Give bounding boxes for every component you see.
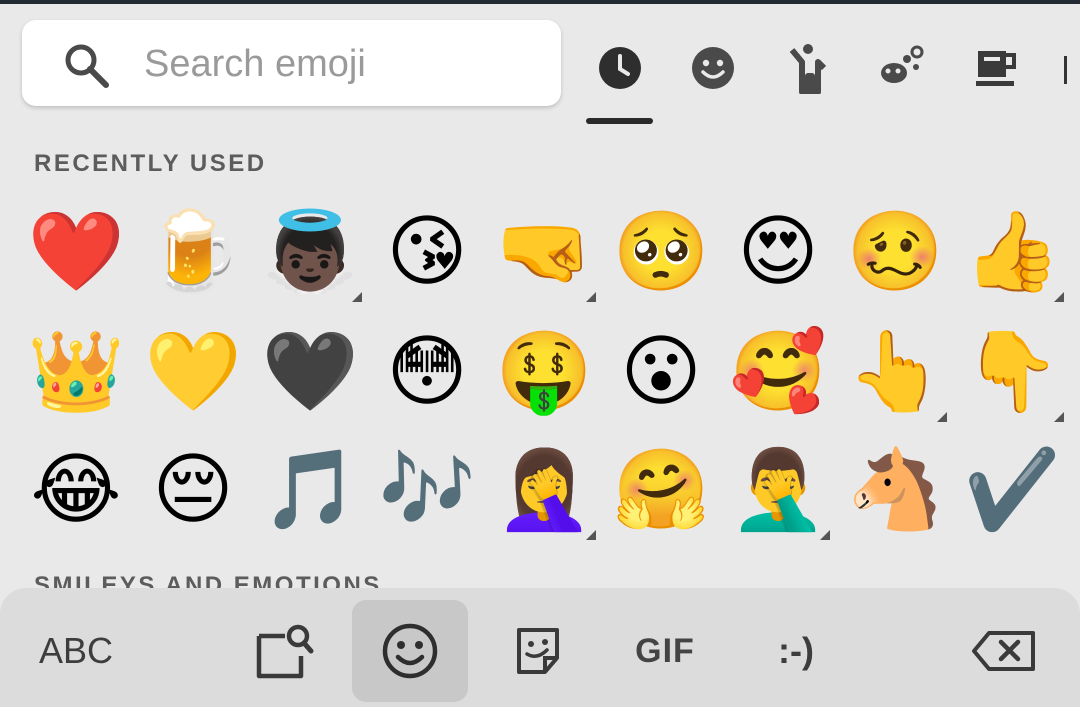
- emoji-keyboard-button[interactable]: [352, 600, 468, 702]
- section-title-recent: RECENTLY USED: [34, 150, 267, 177]
- skin-tone-variant-indicator: [586, 530, 596, 540]
- selected-tab-indicator: [586, 118, 653, 124]
- emoji-cell[interactable]: 🤑: [486, 314, 602, 430]
- tab-recent[interactable]: [588, 36, 652, 100]
- search-icon: [65, 44, 109, 88]
- emoji-cell[interactable]: 😂: [18, 432, 134, 548]
- tab-animals[interactable]: [868, 36, 932, 100]
- emoji-cell[interactable]: 🐴: [837, 432, 953, 548]
- emoji-cell[interactable]: 😘: [369, 194, 485, 310]
- skin-tone-variant-indicator: [1054, 412, 1064, 422]
- skin-tone-variant-indicator: [586, 292, 596, 302]
- sticker-button[interactable]: [490, 600, 586, 702]
- sticker-search-button[interactable]: [240, 600, 330, 702]
- emoji-cell-variant[interactable]: 👼🏿: [252, 194, 368, 310]
- emoji-cell[interactable]: 👑: [18, 314, 134, 430]
- emoji-cell-variant[interactable]: 👇: [954, 314, 1070, 430]
- emoji-cell-variant[interactable]: 🤜: [486, 194, 602, 310]
- search-input[interactable]: [142, 38, 546, 90]
- emoji-cell-variant[interactable]: 🤦‍♀️: [486, 432, 602, 548]
- keyboard-toolbar: ABC GIF :-): [0, 588, 1080, 707]
- backspace-button[interactable]: [956, 600, 1052, 702]
- emoji-cell-variant[interactable]: 👍: [954, 194, 1070, 310]
- skin-tone-variant-indicator: [1054, 292, 1064, 302]
- skin-tone-variant-indicator: [820, 530, 830, 540]
- emoji-cell[interactable]: 💛: [135, 314, 251, 430]
- emoji-glyph: 🤦‍♂️: [729, 445, 827, 535]
- emoji-cell[interactable]: 🎵: [252, 432, 368, 548]
- emoji-icon: [382, 623, 438, 679]
- emoji-cell[interactable]: 🎶: [369, 432, 485, 548]
- emoji-cell[interactable]: 🥰: [720, 314, 836, 430]
- status-bar-edge: [0, 0, 1080, 4]
- emoji-cell[interactable]: 🤗: [603, 432, 719, 548]
- emoji-cell[interactable]: 🖤: [252, 314, 368, 430]
- emoji-cell[interactable]: 😳: [369, 314, 485, 430]
- emoji-cell[interactable]: ❤️: [18, 194, 134, 310]
- emoji-glyph: 👆: [846, 327, 944, 417]
- tab-food[interactable]: [965, 36, 1029, 100]
- emoji-cell[interactable]: 🥴: [837, 194, 953, 310]
- emoji-cell[interactable]: 🥺: [603, 194, 719, 310]
- food-icon: [976, 51, 1016, 86]
- smiley-icon: [692, 47, 734, 89]
- emoticon-button[interactable]: :-): [748, 600, 844, 702]
- emoji-cell[interactable]: 😍: [720, 194, 836, 310]
- tab-smileys[interactable]: [681, 36, 745, 100]
- backspace-icon: [972, 631, 1035, 671]
- emoji-glyph: 🤦‍♀️: [495, 445, 593, 535]
- emoji-glyph: 👇: [963, 327, 1061, 417]
- abc-keyboard-button[interactable]: ABC: [26, 600, 126, 702]
- animals-icon: [881, 45, 924, 83]
- clock-icon: [599, 47, 641, 89]
- emoji-glyph: 👍: [963, 207, 1061, 297]
- emoji-cell-variant[interactable]: 🤦‍♂️: [720, 432, 836, 548]
- skin-tone-variant-indicator: [937, 412, 947, 422]
- gif-button[interactable]: GIF: [612, 600, 718, 702]
- emoji-cell-variant[interactable]: 👆: [837, 314, 953, 430]
- emoji-cell[interactable]: 😔: [135, 432, 251, 548]
- sticker-search-icon: [256, 624, 314, 679]
- emoji-glyph: 🤜: [495, 207, 593, 297]
- emoji-cell[interactable]: ✔️: [954, 432, 1070, 548]
- emoji-cell[interactable]: 😮: [603, 314, 719, 430]
- person-icon: [789, 44, 827, 94]
- skin-tone-variant-indicator: [352, 292, 362, 302]
- emoji-cell[interactable]: 🍺: [135, 194, 251, 310]
- sticker-icon: [517, 628, 559, 674]
- tab-overflow-divider: [1064, 56, 1067, 84]
- tab-people[interactable]: [775, 36, 839, 100]
- search-bar[interactable]: [22, 20, 561, 106]
- emoji-glyph: 👼🏿: [261, 207, 359, 297]
